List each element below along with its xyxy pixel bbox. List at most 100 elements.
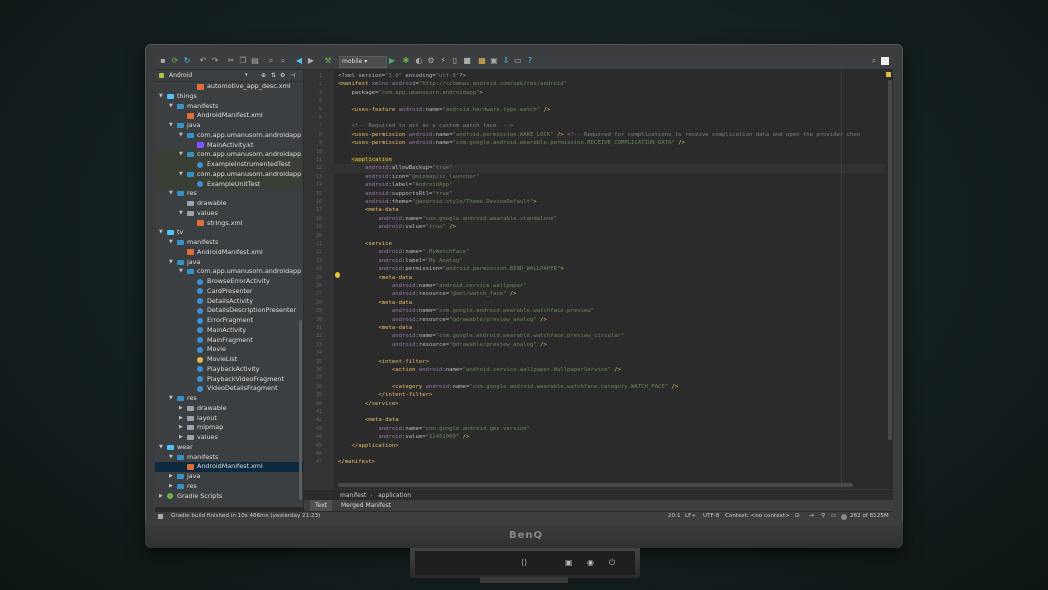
split-icon[interactable]: ⇅ xyxy=(271,70,276,81)
tree-item[interactable]: ▼ res xyxy=(155,394,303,404)
status-message[interactable]: Gradle build finished in 10s 486ms (yest… xyxy=(171,512,320,520)
tree-item[interactable]: ▼ com.app.umanusorn.androidapp xyxy=(155,169,303,180)
collapse-arrow-icon[interactable]: ▶ xyxy=(179,414,183,424)
apply-changes-icon[interactable]: ⚡ xyxy=(438,56,448,66)
code-line[interactable]: android:label="AndroidApp" xyxy=(338,182,453,188)
tree-item[interactable]: ▼ values xyxy=(155,209,303,219)
tab-merged-manifest[interactable]: Merged Manifest xyxy=(336,500,396,511)
device-manager-icon[interactable]: ▭ xyxy=(513,56,523,66)
input-switch-icon[interactable]: ⟨⟩ xyxy=(521,558,527,567)
run-config-select[interactable]: mobile ▾ xyxy=(339,56,387,68)
code-line[interactable]: android:name=".MyWatchFace" xyxy=(338,249,469,255)
refresh-icon[interactable]: ↻ xyxy=(182,56,192,66)
tree-item[interactable]: ExampleInstrumentedTest xyxy=(155,160,303,170)
collapse-arrow-icon[interactable]: ▶ xyxy=(159,492,163,502)
code-line[interactable]: android:supportsRtl="true" xyxy=(338,191,453,197)
code-line[interactable]: android:value="true" /> xyxy=(338,224,456,230)
code-line[interactable]: <category android:name="com.google.andro… xyxy=(338,384,678,390)
code-line[interactable]: <meta-data xyxy=(338,417,399,423)
code-line[interactable]: <meta-data xyxy=(338,275,412,281)
tree-item[interactable]: AndroidManifest.xml xyxy=(155,462,303,472)
collapse-arrow-icon[interactable]: ▶ xyxy=(169,472,173,482)
code-line[interactable]: <meta-data xyxy=(338,207,399,213)
expand-arrow-icon[interactable]: ▼ xyxy=(179,267,183,277)
expand-arrow-icon[interactable]: ▼ xyxy=(169,189,173,199)
sync-gradle-icon[interactable]: ⇩ xyxy=(501,56,511,66)
code-line[interactable]: android:allowBackup="true" xyxy=(338,165,453,171)
build-hammer-icon[interactable]: ⚒ xyxy=(323,56,333,66)
save-icon[interactable]: ▪ xyxy=(158,56,168,66)
tree-item[interactable]: ▼ com.app.umanusorn.androidapp xyxy=(155,131,303,141)
code-line[interactable]: <uses-permission android:name="com.googl… xyxy=(338,140,684,146)
code-editor[interactable]: 1 2 3 4 5 6 7 8 9 10 11 12 13 14 15 16 17 18 19 20 21 22 23 24 2… xyxy=(304,70,893,489)
code-line[interactable]: <action android:name="android.service.wa… xyxy=(338,367,621,373)
code-line[interactable]: android:resource="@drawable/preview_anal… xyxy=(338,317,547,323)
warning-marker-icon[interactable] xyxy=(886,72,891,77)
attach-icon[interactable]: ⚙ xyxy=(426,56,436,66)
expand-arrow-icon[interactable]: ▼ xyxy=(159,92,163,102)
code-line[interactable]: <meta-data xyxy=(338,325,412,331)
code-line[interactable]: </application> xyxy=(338,443,398,449)
brightness-icon[interactable]: ◉ xyxy=(587,558,594,567)
expand-arrow-icon[interactable]: ▼ xyxy=(179,150,183,160)
tree-item[interactable]: ▼ res xyxy=(155,189,303,199)
tree-item[interactable]: ▼ manifests xyxy=(155,238,303,248)
sdk-manager-icon[interactable]: ▦ xyxy=(477,56,487,66)
toggle-tool-windows-icon[interactable] xyxy=(158,514,163,519)
tree-item[interactable]: ▼ manifests xyxy=(155,453,303,463)
expand-arrow-icon[interactable]: ▼ xyxy=(169,394,173,404)
code-line[interactable]: android:label="My Analog" xyxy=(338,258,462,264)
tree-item[interactable]: ▶ Gradle Scripts xyxy=(155,492,303,502)
hide-panel-icon[interactable]: ⊣ xyxy=(290,70,295,81)
tree-item[interactable]: strings.xml xyxy=(155,219,303,229)
code-line[interactable]: </manifest> xyxy=(338,459,375,465)
code-line[interactable]: android:icon="@mipmap/ic_launcher" xyxy=(338,174,480,180)
cut-icon[interactable]: ✂ xyxy=(226,56,236,66)
help-icon[interactable]: ? xyxy=(525,56,535,66)
code-line[interactable]: </service> xyxy=(338,401,399,407)
project-view-selector[interactable]: Android xyxy=(169,70,192,81)
collapse-arrow-icon[interactable]: ▶ xyxy=(179,433,183,443)
run-icon[interactable]: ▶ xyxy=(387,56,397,66)
tree-item[interactable]: MainActivity.kt xyxy=(155,141,303,151)
code-line[interactable]: <meta-data xyxy=(338,300,412,306)
code-line[interactable]: package="com.app.umanusorn.androidapp"> xyxy=(338,90,482,96)
context-indicator[interactable]: Context: <no context> xyxy=(725,512,790,520)
event-log-icon[interactable]: ▭ xyxy=(831,512,836,520)
collapse-arrow-icon[interactable]: ▶ xyxy=(179,404,183,414)
inspector-icon[interactable]: ⚲ xyxy=(821,512,825,520)
search-icon[interactable]: ⌕ xyxy=(869,56,879,66)
paste-icon[interactable]: ▤ xyxy=(250,56,260,66)
expand-arrow-icon[interactable]: ▼ xyxy=(179,209,183,219)
expand-arrow-icon[interactable]: ▼ xyxy=(169,102,173,112)
code-line[interactable]: <!-- Required to act as a custom watch f… xyxy=(338,123,513,129)
expand-arrow-icon[interactable]: ▼ xyxy=(159,228,163,238)
caret-position[interactable]: 20:1 xyxy=(668,512,681,520)
expand-arrow-icon[interactable]: ▼ xyxy=(169,238,173,248)
code-line[interactable]: android:resource="@drawable/preview_anal… xyxy=(338,342,547,348)
code-line[interactable]: android:name="com.google.android.wearabl… xyxy=(338,333,624,339)
editor-vertical-scrollbar[interactable] xyxy=(886,70,893,489)
tree-item[interactable]: ▶ values xyxy=(155,433,303,443)
tree-item[interactable]: ▶ mipmap xyxy=(155,423,303,433)
tree-item[interactable]: PlaybackVideoFragment xyxy=(155,375,303,385)
editor-horizontal-scrollbar[interactable] xyxy=(338,483,853,487)
code-line[interactable]: </intent-filter> xyxy=(338,392,432,398)
code-line[interactable]: <service xyxy=(338,241,392,247)
tree-item[interactable]: ▼ com.app.umanusorn.androidapp xyxy=(155,267,303,277)
replace-icon[interactable]: ⌕ xyxy=(278,56,288,66)
tree-item[interactable]: ▼ java xyxy=(155,121,303,131)
collapse-arrow-icon[interactable]: ▶ xyxy=(179,423,183,433)
code-line[interactable]: android:name="com.google.android.gms.ver… xyxy=(338,426,530,432)
code-line[interactable]: <intent-filter> xyxy=(338,359,429,365)
tree-item[interactable]: ▼ manifests xyxy=(155,102,303,112)
code-line[interactable]: android:theme="@android:style/Theme.Devi… xyxy=(338,199,537,205)
eye-care-icon[interactable]: ▣ xyxy=(565,558,573,567)
tree-item[interactable]: CardPresenter xyxy=(155,287,303,297)
indent-icon[interactable]: ⇥ xyxy=(809,512,814,520)
collapse-arrow-icon[interactable]: ▶ xyxy=(169,482,173,492)
memory-usage[interactable]: 282 of 8125M xyxy=(850,512,889,520)
tree-item[interactable]: PlaybackActivity xyxy=(155,365,303,375)
expand-arrow-icon[interactable]: ▼ xyxy=(169,453,173,463)
expand-arrow-icon[interactable]: ▼ xyxy=(179,131,183,141)
